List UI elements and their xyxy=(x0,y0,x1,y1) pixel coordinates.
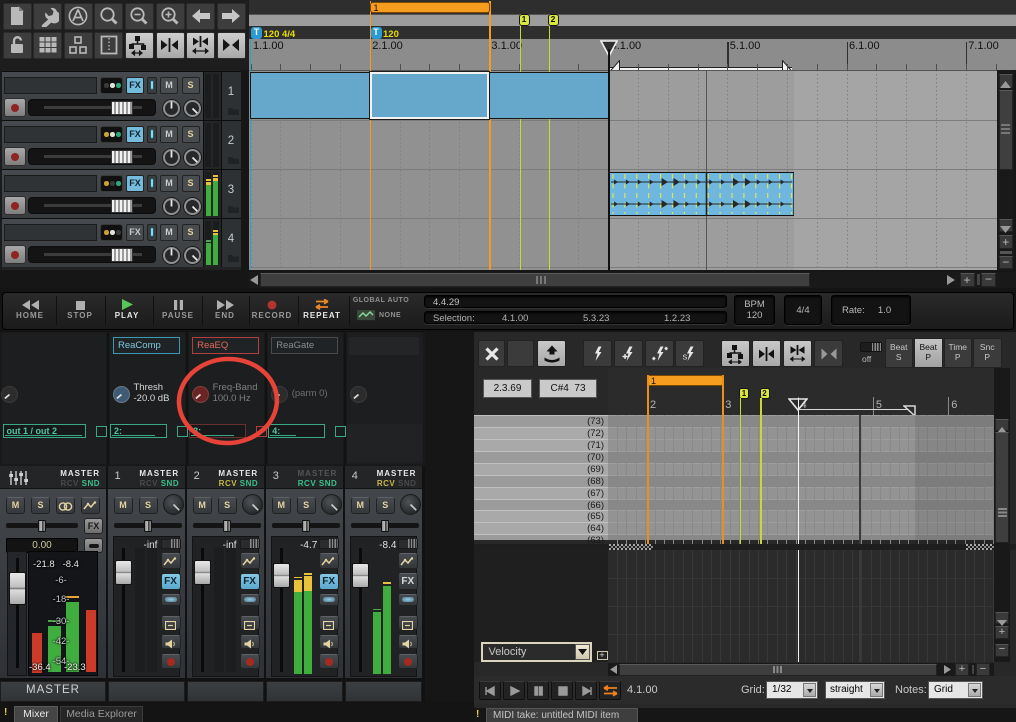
svg-text:S: S xyxy=(682,354,687,361)
